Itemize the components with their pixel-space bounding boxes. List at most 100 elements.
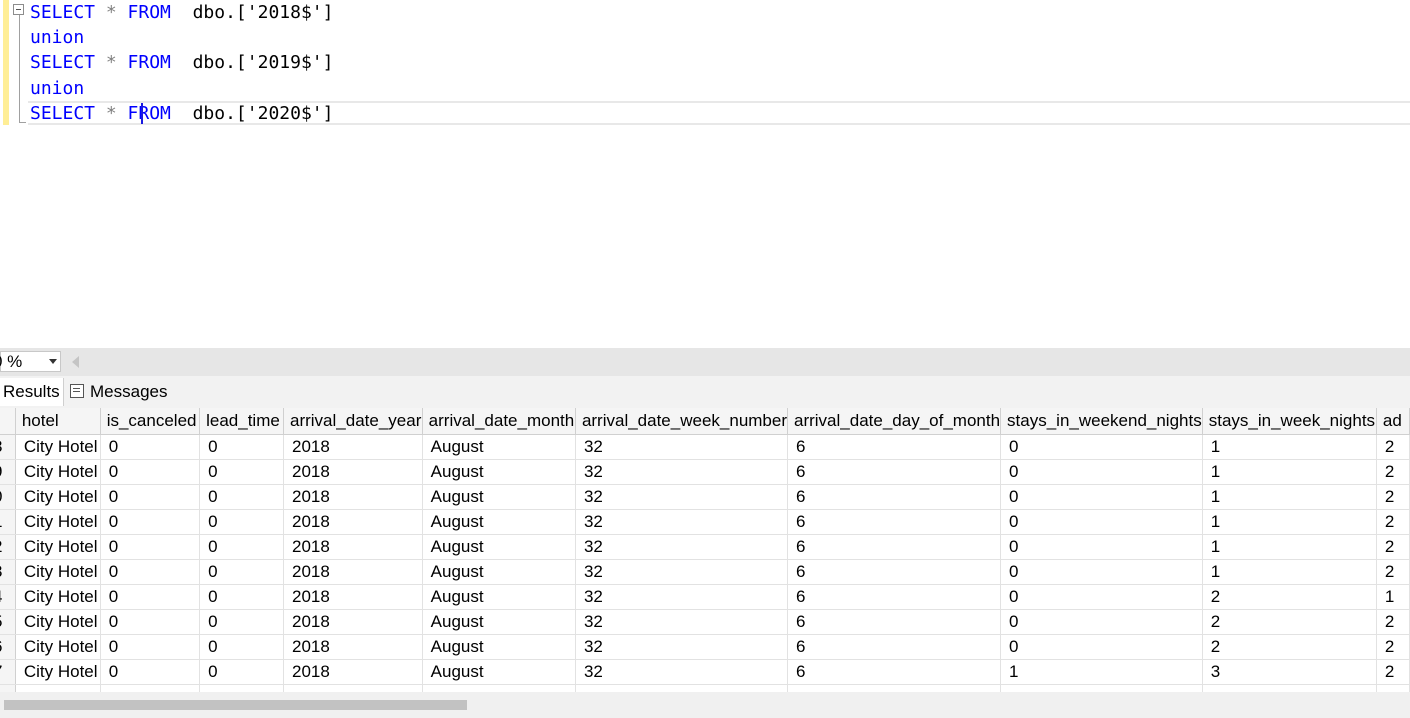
- grid-cell[interactable]: 0: [199, 659, 284, 685]
- grid-cell[interactable]: 0: [100, 509, 201, 535]
- tab-messages[interactable]: Messages: [66, 378, 170, 406]
- grid-cell[interactable]: 6: [787, 484, 1002, 510]
- grid-cell[interactable]: 2018: [283, 609, 423, 635]
- table-row[interactable]: 7City Hotel002018August326132: [0, 659, 1410, 685]
- code-line-2[interactable]: union: [30, 25, 84, 50]
- grid-cell[interactable]: August: [422, 459, 576, 485]
- grid-cell[interactable]: 2018: [283, 484, 423, 510]
- grid-cell[interactable]: 32: [575, 459, 789, 485]
- grid-cell[interactable]: 0: [1000, 509, 1203, 535]
- grid-cell[interactable]: 2: [1376, 459, 1410, 485]
- table-row[interactable]: 2City Hotel002018August326012: [0, 534, 1410, 560]
- grid-cell[interactable]: 1: [1202, 434, 1377, 460]
- table-row[interactable]: 1City Hotel002018August326012: [0, 509, 1410, 535]
- results-grid[interactable]: hotel is_canceled lead_time arrival_date…: [0, 408, 1410, 692]
- row-number[interactable]: 9: [0, 459, 16, 485]
- horizontal-scrollbar[interactable]: [0, 692, 1410, 718]
- column-header[interactable]: stays_in_week_nights: [1202, 408, 1377, 435]
- grid-cell[interactable]: 32: [575, 484, 789, 510]
- grid-cell[interactable]: 1: [1202, 559, 1377, 585]
- row-number[interactable]: 1: [0, 509, 16, 535]
- grid-cell[interactable]: 6: [787, 609, 1002, 635]
- grid-cell[interactable]: 0: [100, 459, 201, 485]
- grid-cell[interactable]: August: [422, 609, 576, 635]
- grid-cell[interactable]: August: [422, 559, 576, 585]
- grid-cell[interactable]: 6: [787, 509, 1002, 535]
- grid-cell[interactable]: 32: [575, 534, 789, 560]
- grid-cell[interactable]: City Hotel: [15, 559, 101, 585]
- grid-cell[interactable]: 0: [199, 434, 284, 460]
- code-line-5[interactable]: SELECT * FROM dbo.['2020$']: [30, 101, 333, 126]
- column-header[interactable]: arrival_date_year: [283, 408, 423, 435]
- scroll-left-arrow-icon[interactable]: [72, 356, 79, 368]
- grid-cell[interactable]: 1: [1202, 534, 1377, 560]
- row-number-header[interactable]: [0, 408, 16, 435]
- row-number[interactable]: 0: [0, 484, 16, 510]
- grid-cell[interactable]: 0: [1000, 609, 1203, 635]
- grid-cell[interactable]: 32: [575, 509, 789, 535]
- grid-cell[interactable]: 1: [1000, 659, 1203, 685]
- grid-cell[interactable]: 2: [1376, 659, 1410, 685]
- grid-cell[interactable]: 0: [1000, 559, 1203, 585]
- grid-cell[interactable]: 0: [1000, 634, 1203, 660]
- grid-cell[interactable]: 0: [1000, 584, 1203, 610]
- code-line-1[interactable]: SELECT * FROM dbo.['2018$']: [30, 0, 333, 25]
- grid-cell[interactable]: City Hotel: [15, 509, 101, 535]
- table-row[interactable]: 0City Hotel002018August326012: [0, 484, 1410, 510]
- column-header[interactable]: lead_time: [199, 408, 284, 435]
- grid-cell[interactable]: 0: [100, 559, 201, 585]
- table-row[interactable]: 4City Hotel002018August326021: [0, 584, 1410, 610]
- column-header[interactable]: is_canceled: [100, 408, 201, 435]
- grid-cell[interactable]: 0: [100, 534, 201, 560]
- grid-cell[interactable]: August: [422, 659, 576, 685]
- grid-cell[interactable]: 0: [100, 659, 201, 685]
- row-number[interactable]: 7: [0, 659, 16, 685]
- grid-cell[interactable]: City Hotel: [15, 459, 101, 485]
- grid-cell[interactable]: 2018: [283, 559, 423, 585]
- row-number[interactable]: 6: [0, 634, 16, 660]
- table-row[interactable]: 8City Hotel002018August326051: [0, 684, 1410, 692]
- grid-cell[interactable]: 6: [787, 684, 1002, 692]
- grid-cell[interactable]: City Hotel: [15, 434, 101, 460]
- grid-cell[interactable]: 2: [1376, 634, 1410, 660]
- grid-cell[interactable]: 6: [787, 659, 1002, 685]
- grid-cell[interactable]: August: [422, 584, 576, 610]
- grid-cell[interactable]: 0: [100, 634, 201, 660]
- grid-cell[interactable]: 1: [1202, 509, 1377, 535]
- grid-cell[interactable]: August: [422, 684, 576, 692]
- grid-cell[interactable]: 32: [575, 609, 789, 635]
- grid-cell[interactable]: 2: [1376, 484, 1410, 510]
- grid-cell[interactable]: 0: [199, 459, 284, 485]
- grid-cell[interactable]: 6: [787, 459, 1002, 485]
- grid-cell[interactable]: 2018: [283, 659, 423, 685]
- tab-results[interactable]: Results: [0, 378, 64, 406]
- table-row[interactable]: 3City Hotel002018August326012: [0, 559, 1410, 585]
- grid-cell[interactable]: 6: [787, 634, 1002, 660]
- table-row[interactable]: 6City Hotel002018August326022: [0, 634, 1410, 660]
- grid-cell[interactable]: City Hotel: [15, 659, 101, 685]
- grid-cell[interactable]: 2018: [283, 434, 423, 460]
- grid-cell[interactable]: 2018: [283, 634, 423, 660]
- grid-cell[interactable]: 32: [575, 659, 789, 685]
- row-number[interactable]: 4: [0, 584, 16, 610]
- grid-cell[interactable]: 2: [1202, 634, 1377, 660]
- grid-cell[interactable]: 1: [1202, 459, 1377, 485]
- grid-cell[interactable]: 6: [787, 534, 1002, 560]
- grid-cell[interactable]: City Hotel: [15, 609, 101, 635]
- table-row[interactable]: 8City Hotel002018August326012: [0, 434, 1410, 460]
- grid-cell[interactable]: 2: [1202, 584, 1377, 610]
- row-number[interactable]: 8: [0, 684, 16, 692]
- row-number[interactable]: 8: [0, 434, 16, 460]
- code-line-3[interactable]: SELECT * FROM dbo.['2019$']: [30, 50, 333, 75]
- grid-cell[interactable]: August: [422, 534, 576, 560]
- grid-cell[interactable]: 2: [1376, 609, 1410, 635]
- grid-cell[interactable]: 0: [199, 609, 284, 635]
- column-header[interactable]: arrival_date_month: [422, 408, 576, 435]
- grid-cell[interactable]: 2: [1376, 559, 1410, 585]
- grid-cell[interactable]: 0: [1000, 434, 1203, 460]
- grid-cell[interactable]: 0: [100, 484, 201, 510]
- row-number[interactable]: 2: [0, 534, 16, 560]
- grid-cell[interactable]: City Hotel: [15, 684, 101, 692]
- grid-cell[interactable]: 0: [199, 559, 284, 585]
- grid-cell[interactable]: 2: [1202, 609, 1377, 635]
